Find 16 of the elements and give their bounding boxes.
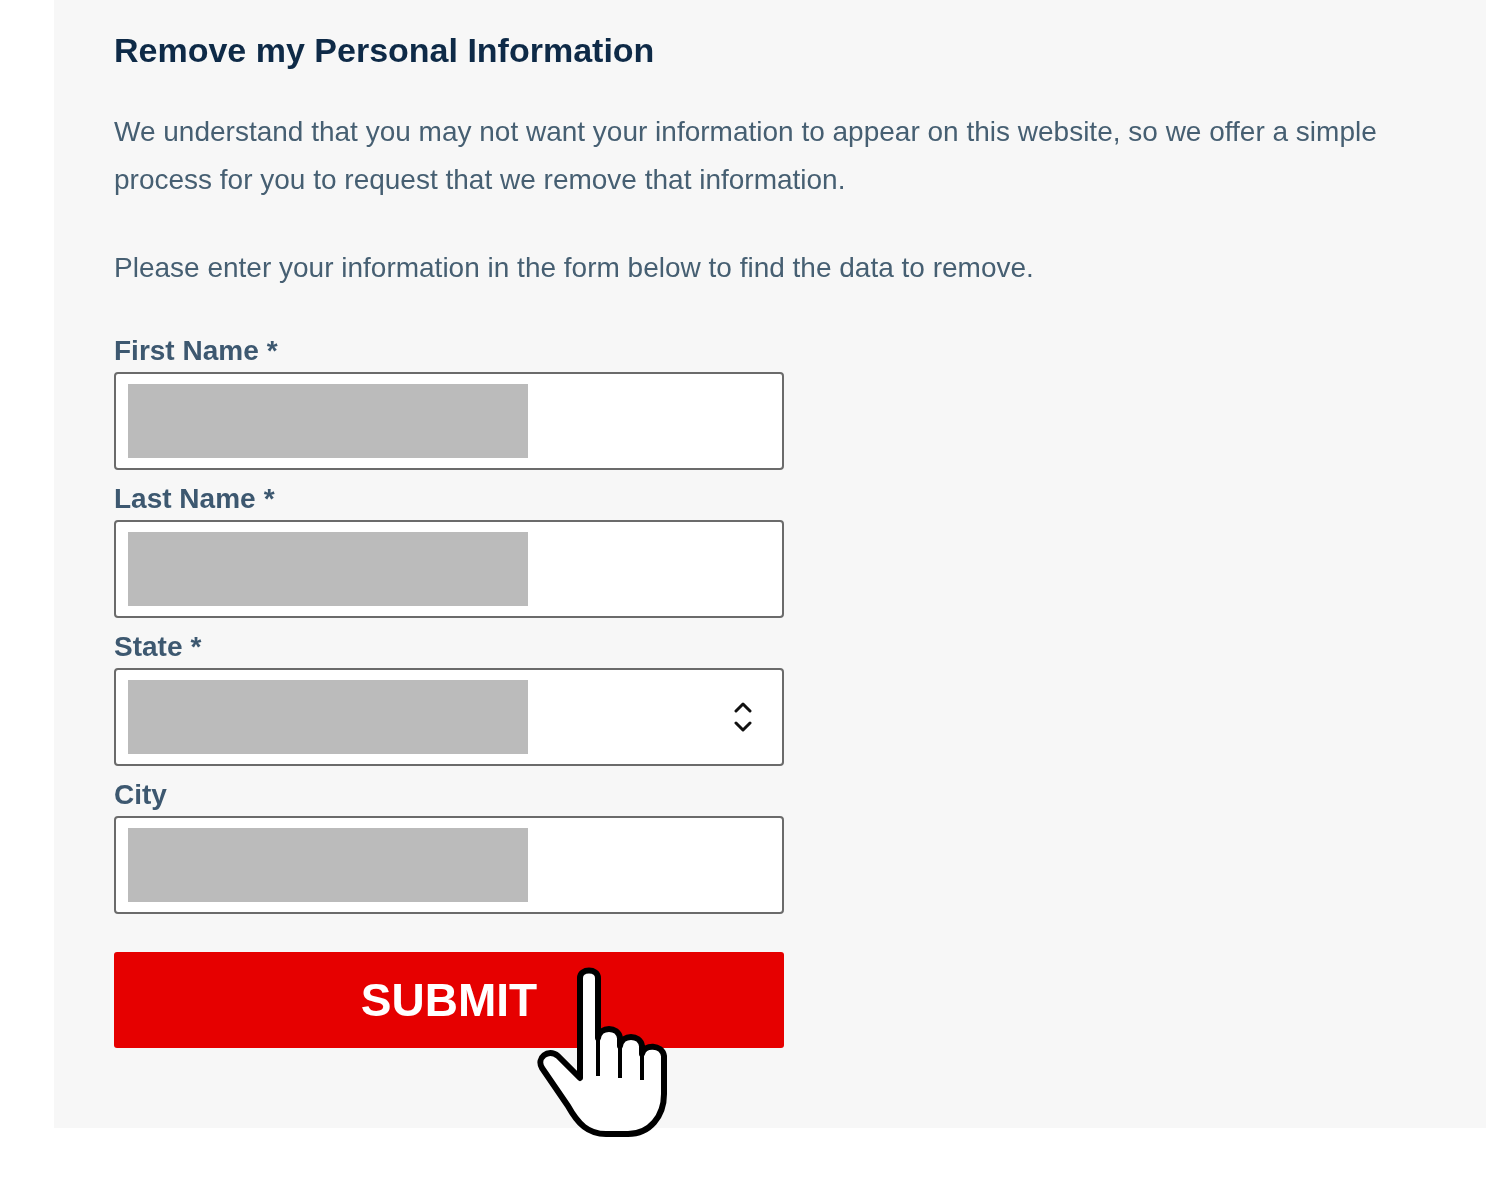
input-field[interactable] <box>114 520 784 618</box>
state-select[interactable] <box>114 668 784 766</box>
field-label: City <box>114 778 167 812</box>
submit-button[interactable]: SUBMIT <box>114 952 784 1048</box>
input-field[interactable] <box>114 816 784 914</box>
description-text: We understand that you may not want your information to appear on this website, so we offer a simple process for you to request that we remove that information. <box>114 115 1378 197</box>
chevron-updown-icon <box>734 700 752 734</box>
description-text: Please enter your information in the form below to find the data to remove. <box>114 251 1035 285</box>
input-field[interactable] <box>114 372 784 470</box>
field-label: Last Name <box>114 482 256 516</box>
page-title: Remove my Personal Information <box>114 30 656 71</box>
field-label: State <box>114 630 183 664</box>
required-mark: * <box>190 630 202 664</box>
field-label: First Name <box>114 334 259 368</box>
required-mark: * <box>263 482 275 516</box>
required-mark: * <box>266 334 278 368</box>
